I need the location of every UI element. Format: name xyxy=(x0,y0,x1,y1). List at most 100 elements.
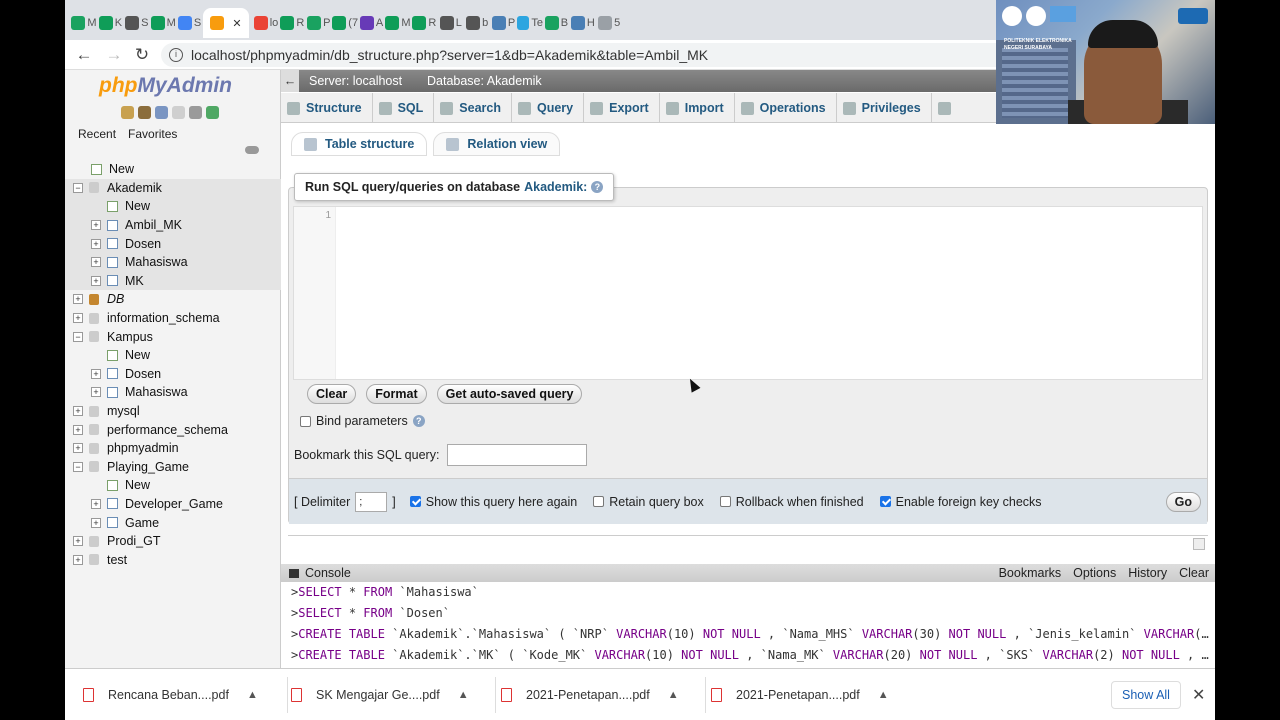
browser-tab[interactable]: (7 xyxy=(332,8,358,38)
chevron-up-icon[interactable]: ▲ xyxy=(878,689,889,701)
browser-tab[interactable]: S xyxy=(124,8,150,38)
tree-item[interactable]: − Akademik xyxy=(65,178,281,198)
console-link-clear[interactable]: Clear xyxy=(1179,566,1209,580)
clear-button[interactable]: Clear xyxy=(307,384,357,404)
tab-structure[interactable]: Structure xyxy=(281,93,373,123)
tab-close-icon[interactable]: ✕ xyxy=(232,17,241,30)
expand-icon[interactable]: + xyxy=(91,368,101,379)
expand-icon[interactable]: + xyxy=(91,498,101,509)
logout-icon[interactable] xyxy=(138,106,151,119)
collapse-arrow-icon[interactable]: ← xyxy=(281,70,299,92)
tree-item[interactable]: + Dosen xyxy=(65,234,281,253)
settings-icon[interactable] xyxy=(189,106,202,119)
browser-tab[interactable]: Te xyxy=(517,8,543,38)
more-menu[interactable] xyxy=(932,93,961,123)
recent-tab[interactable]: Recent xyxy=(75,126,119,142)
console-link-bookmarks[interactable]: Bookmarks xyxy=(999,566,1062,580)
site-info-icon[interactable]: i xyxy=(169,48,183,62)
expand-icon[interactable]: + xyxy=(73,294,83,305)
expand-icon[interactable]: + xyxy=(91,220,101,231)
tree-item[interactable]: + Dosen xyxy=(65,365,281,384)
browser-tab[interactable]: L xyxy=(438,8,464,38)
home-icon[interactable] xyxy=(121,106,134,119)
console-link-options[interactable]: Options xyxy=(1073,566,1116,580)
expand-icon[interactable]: + xyxy=(91,517,101,528)
collapse-icon[interactable]: − xyxy=(73,331,83,342)
tree-item[interactable]: + Game xyxy=(65,513,281,532)
expand-icon[interactable]: + xyxy=(73,536,83,547)
sql-editor[interactable]: 1 xyxy=(293,206,1203,380)
format-button[interactable]: Format xyxy=(366,384,427,404)
expand-icon[interactable]: + xyxy=(91,275,101,286)
expand-icon[interactable]: + xyxy=(91,257,101,268)
console-line[interactable]: >CREATE TABLE `Akademik`.`Mahasiswa` ( `… xyxy=(281,624,1209,645)
favorites-tab[interactable]: Favorites xyxy=(125,126,180,142)
docs-icon[interactable] xyxy=(172,106,185,119)
tab-search[interactable]: Search xyxy=(434,93,512,123)
back-icon[interactable]: ← xyxy=(73,44,95,66)
expand-icon[interactable]: + xyxy=(73,554,83,565)
tab-operations[interactable]: Operations xyxy=(735,93,837,123)
delimiter-input[interactable]: ; xyxy=(355,491,388,512)
tree-item[interactable]: + performance_schema xyxy=(65,420,281,439)
tree-item[interactable]: + MK xyxy=(65,271,281,291)
tree-item[interactable]: − Kampus xyxy=(65,327,281,346)
tab-table-structure[interactable]: Table structure xyxy=(291,132,428,156)
browser-tab[interactable]: H xyxy=(570,8,596,38)
browser-tab[interactable]: M xyxy=(150,8,176,38)
browser-tab[interactable]: R xyxy=(411,8,437,38)
download-item[interactable]: Rencana Beban....pdf ▲ xyxy=(83,681,258,709)
download-item[interactable]: 2021-Penetapan....pdf ▲ xyxy=(501,681,679,709)
tree-item[interactable]: New xyxy=(65,476,281,495)
chevron-up-icon[interactable]: ▲ xyxy=(668,689,679,701)
browser-tab[interactable]: M xyxy=(71,8,97,38)
console-link-history[interactable]: History xyxy=(1128,566,1167,580)
tab-sql[interactable]: SQL xyxy=(373,93,435,123)
tree-item[interactable]: + information_schema xyxy=(65,309,281,328)
chevron-up-icon[interactable]: ▲ xyxy=(247,689,258,701)
browser-tab[interactable]: P xyxy=(306,8,332,38)
browser-tab[interactable]: K xyxy=(97,8,123,38)
console-title[interactable]: Console xyxy=(305,566,351,580)
scroll-top-icon[interactable] xyxy=(1193,538,1205,550)
show-all-button[interactable]: Show All xyxy=(1111,681,1181,709)
tab-import[interactable]: Import xyxy=(660,93,735,123)
help-icon[interactable]: ? xyxy=(591,181,604,193)
expand-icon[interactable]: + xyxy=(91,238,101,249)
option-checkbox[interactable] xyxy=(879,496,891,507)
link-icon[interactable] xyxy=(245,146,259,154)
tree-item[interactable]: + Ambil_MK xyxy=(65,215,281,235)
chevron-up-icon[interactable]: ▲ xyxy=(458,689,469,701)
phpmyadmin-logo[interactable]: phpMyAdmin xyxy=(99,74,232,98)
bookmark-input[interactable] xyxy=(447,444,588,466)
browser-tab[interactable]: M xyxy=(385,8,411,38)
collapse-icon[interactable]: − xyxy=(73,461,83,472)
console-header[interactable]: Console Bookmarks Options History Clear xyxy=(281,564,1215,582)
download-item[interactable]: 2021-Penetapan....pdf ▲ xyxy=(711,681,889,709)
tree-item[interactable]: + phpmyadmin xyxy=(65,439,281,458)
browser-tab[interactable]: A xyxy=(359,8,385,38)
get-auto-saved-query-button[interactable]: Get auto-saved query xyxy=(436,384,583,404)
tree-item[interactable]: + mysql xyxy=(65,402,281,421)
option-checkbox[interactable] xyxy=(719,496,731,507)
console-line[interactable]: >SELECT * FROM `Mahasiswa` xyxy=(281,582,1209,603)
bind-parameters-checkbox[interactable] xyxy=(300,415,311,427)
expand-icon[interactable]: + xyxy=(73,406,83,417)
forward-icon[interactable]: → xyxy=(103,44,125,66)
download-item[interactable]: SK Mengajar Ge....pdf ▲ xyxy=(291,681,469,709)
go-button[interactable]: Go xyxy=(1165,492,1201,512)
browser-tab[interactable]: b xyxy=(464,8,490,38)
browser-tab[interactable]: 5 xyxy=(596,8,622,38)
tab-export[interactable]: Export xyxy=(584,93,660,123)
tree-item[interactable]: + DB xyxy=(65,290,281,309)
tree-item[interactable]: + Mahasiswa xyxy=(65,252,281,272)
tree-item[interactable]: New xyxy=(65,160,281,179)
tab-privileges[interactable]: Privileges xyxy=(837,93,932,123)
tree-item[interactable]: + Prodi_GT xyxy=(65,532,281,551)
tab-query[interactable]: Query xyxy=(512,93,585,123)
tree-item[interactable]: + test xyxy=(65,550,281,569)
tree-item[interactable]: + Mahasiswa xyxy=(65,383,281,402)
option-checkbox[interactable] xyxy=(593,496,605,507)
url-field[interactable]: i localhost/phpmyadmin/db_structure.php?… xyxy=(161,43,1041,67)
expand-icon[interactable]: + xyxy=(73,443,83,454)
